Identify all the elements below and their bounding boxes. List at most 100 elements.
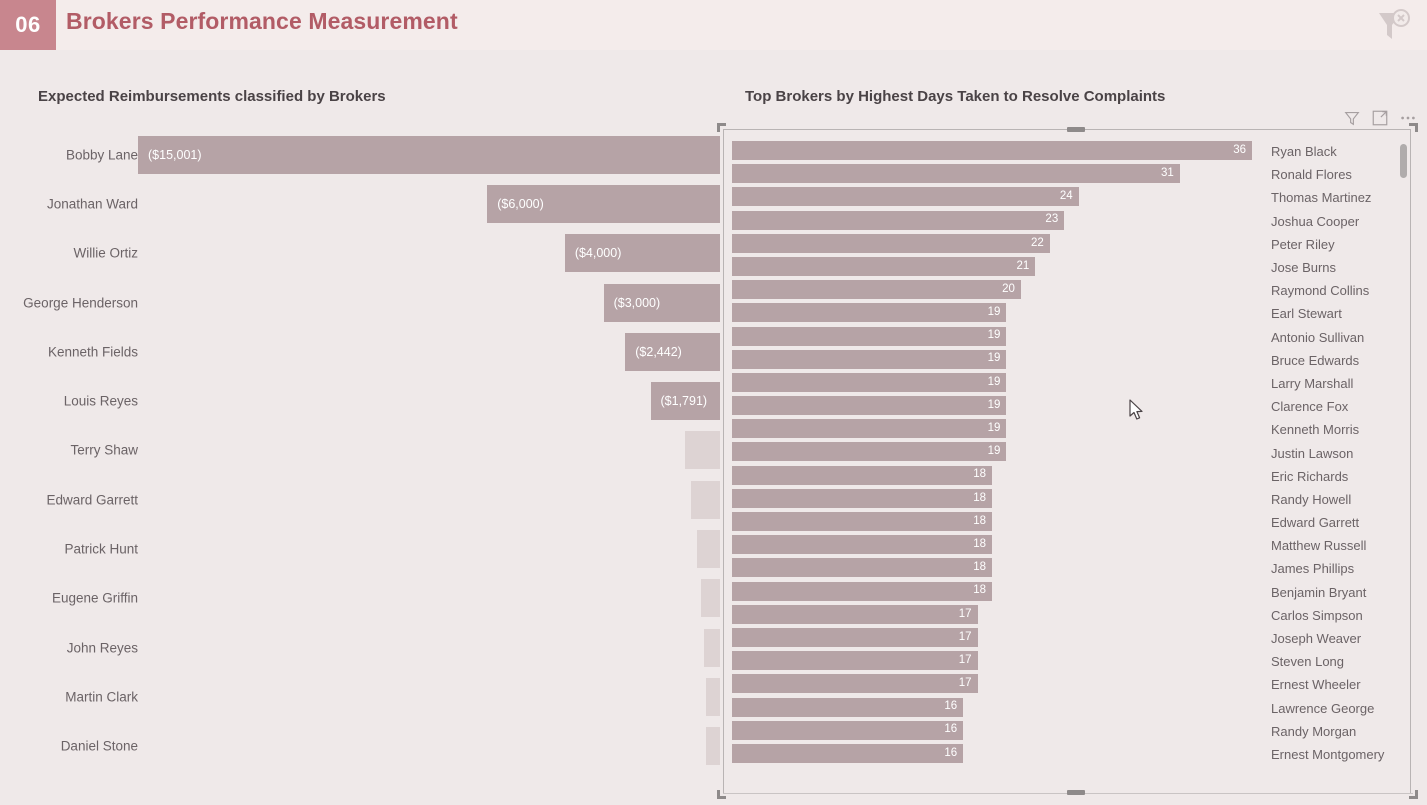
right-chart-bar[interactable]: 31 — [732, 164, 1180, 184]
right-chart-bar-row[interactable]: 21 Jose Burns — [729, 256, 1388, 279]
right-chart-bar-row[interactable]: 18 James Phillips — [729, 557, 1388, 580]
right-chart-bar[interactable]: 16 — [732, 743, 964, 763]
right-chart-bar[interactable]: 17 — [732, 604, 978, 624]
left-chart-category-label: Daniel Stone — [60, 738, 138, 754]
right-chart-bar-row[interactable]: 16 Ernest Montgomery — [729, 743, 1388, 766]
right-chart-bar-row[interactable]: 19 Earl Stewart — [729, 302, 1388, 325]
resize-handle-top-left[interactable] — [717, 123, 730, 136]
clear-filter-icon[interactable] — [1371, 6, 1413, 46]
left-chart-bar[interactable] — [700, 579, 720, 618]
left-chart-bar[interactable] — [696, 530, 720, 569]
right-chart-bar-row[interactable]: 16 Lawrence George — [729, 697, 1388, 720]
right-chart-bar-row[interactable]: 19 Justin Lawson — [729, 441, 1388, 464]
left-chart-bar[interactable] — [706, 677, 720, 716]
left-chart-bar-row[interactable]: Eugene Griffin — [0, 574, 724, 623]
left-chart-bar-row[interactable]: Edward Garrett — [0, 475, 724, 524]
right-chart-bar[interactable]: 17 — [732, 627, 978, 647]
left-chart-bar-row[interactable]: Jonathan Ward ($6,000) — [0, 179, 724, 228]
resize-handle-bottom-center[interactable] — [1067, 790, 1085, 795]
right-chart-bar-row[interactable]: 17 Carlos Simpson — [729, 604, 1388, 627]
right-visual-scrollbar[interactable] — [1400, 138, 1407, 783]
right-chart-bar-row[interactable]: 17 Steven Long — [729, 650, 1388, 673]
right-chart-bar[interactable]: 18 — [732, 488, 992, 508]
right-chart-bar-row[interactable]: 36 Ryan Black — [729, 140, 1388, 163]
right-chart-bar-row[interactable]: 19 Clarence Fox — [729, 395, 1388, 418]
left-chart-value-label: ($15,001) — [148, 147, 202, 162]
right-chart-bar[interactable]: 36 — [732, 141, 1252, 160]
right-chart-value-label: 17 — [958, 653, 972, 666]
right-chart-bar-row[interactable]: 31 Ronald Flores — [729, 163, 1388, 186]
left-chart-bar-row[interactable]: Daniel Stone — [0, 722, 724, 771]
right-chart-bar[interactable]: 17 — [732, 674, 978, 694]
top-brokers-days-visual[interactable]: 36 Ryan Black 31 Ronald Flores 24 Thomas Mart… — [723, 129, 1411, 794]
right-chart-bar-row[interactable]: 19 Bruce Edwards — [729, 349, 1388, 372]
right-chart-bar-row[interactable]: 20 Raymond Collins — [729, 279, 1388, 302]
left-chart-category-label: Jonathan Ward — [46, 196, 138, 212]
right-chart-bar[interactable]: 18 — [732, 581, 992, 601]
right-chart-bar[interactable]: 18 — [732, 558, 992, 578]
left-chart-bar[interactable] — [690, 480, 720, 519]
left-chart-bar[interactable] — [706, 727, 720, 766]
right-chart-bar[interactable]: 19 — [732, 442, 1007, 462]
left-chart-bar-row[interactable]: John Reyes — [0, 623, 724, 672]
right-chart-bar[interactable]: 22 — [732, 233, 1050, 253]
right-chart-bar[interactable]: 18 — [732, 535, 992, 555]
scrollbar-thumb[interactable] — [1400, 144, 1407, 178]
resize-handle-top-right[interactable] — [1405, 123, 1418, 136]
right-chart-bar-row[interactable]: 17 Ernest Wheeler — [729, 673, 1388, 696]
right-chart-bar[interactable]: 16 — [732, 697, 964, 717]
right-chart-bar-row[interactable]: 18 Benjamin Bryant — [729, 581, 1388, 604]
expected-reimbursements-visual[interactable]: Expected Reimbursements classified by Br… — [0, 50, 724, 805]
right-chart-bar-row[interactable]: 16 Randy Morgan — [729, 720, 1388, 743]
right-chart-bar-row[interactable]: 24 Thomas Martinez — [729, 186, 1388, 209]
right-chart-bar[interactable]: 20 — [732, 280, 1021, 300]
right-chart-bar-row[interactable]: 17 Joseph Weaver — [729, 627, 1388, 650]
resize-handle-bottom-right[interactable] — [1405, 786, 1418, 799]
right-chart-bar[interactable]: 18 — [732, 465, 992, 485]
left-chart-bar-row[interactable]: Martin Clark — [0, 672, 724, 721]
right-chart-bar[interactable]: 18 — [732, 512, 992, 531]
resize-handle-bottom-left[interactable] — [717, 786, 730, 799]
right-chart-bar-row[interactable]: 22 Peter Riley — [729, 233, 1388, 256]
filter-icon[interactable] — [1341, 107, 1363, 129]
right-chart-bar-row[interactable]: 18 Edward Garrett — [729, 511, 1388, 534]
right-chart-bar-row[interactable]: 18 Matthew Russell — [729, 534, 1388, 557]
left-chart-bar-row[interactable]: Terry Shaw — [0, 426, 724, 475]
left-chart-bar[interactable]: ($6,000) — [487, 184, 720, 223]
right-chart-bar-row[interactable]: 23 Joshua Cooper — [729, 210, 1388, 233]
left-chart-bar-row[interactable]: Louis Reyes ($1,791) — [0, 376, 724, 425]
left-chart-bar-row[interactable]: Willie Ortiz ($4,000) — [0, 229, 724, 278]
right-chart-bar[interactable]: 19 — [732, 303, 1007, 323]
left-chart-bar[interactable]: ($3,000) — [603, 283, 720, 322]
right-chart-bar-track: 18 — [729, 465, 1257, 488]
right-chart-bar-row[interactable]: 18 Eric Richards — [729, 465, 1388, 488]
left-chart-bar[interactable] — [703, 628, 720, 667]
right-chart-category-label: Joshua Cooper — [1271, 213, 1360, 229]
right-chart-value-label: 18 — [973, 584, 986, 597]
left-chart-bar-row[interactable]: Kenneth Fields ($2,442) — [0, 327, 724, 376]
right-chart-bar[interactable]: 21 — [732, 256, 1036, 276]
left-chart-bar[interactable]: ($2,442) — [625, 332, 720, 371]
left-chart-bar-row[interactable]: Patrick Hunt — [0, 524, 724, 573]
left-chart-bar[interactable]: ($15,001) — [138, 135, 720, 174]
right-chart-bar-row[interactable]: 18 Randy Howell — [729, 488, 1388, 511]
left-chart-bar-row[interactable]: Bobby Lane ($15,001) — [0, 130, 724, 179]
right-chart-bar[interactable]: 19 — [732, 349, 1007, 369]
right-chart-bar[interactable]: 23 — [732, 210, 1065, 230]
left-chart-bar-row[interactable]: George Henderson ($3,000) — [0, 278, 724, 327]
right-chart-bar[interactable]: 16 — [732, 720, 964, 740]
right-chart-bar[interactable]: 19 — [732, 396, 1007, 416]
left-chart-bar[interactable]: ($1,791) — [650, 382, 720, 421]
right-chart-bar[interactable]: 19 — [732, 372, 1007, 392]
focus-mode-icon[interactable] — [1369, 107, 1391, 129]
right-chart-bar-row[interactable]: 19 Kenneth Morris — [729, 418, 1388, 441]
right-chart-bar-row[interactable]: 19 Larry Marshall — [729, 372, 1388, 395]
right-chart-bar[interactable]: 17 — [732, 651, 978, 671]
right-chart-bar-row[interactable]: 19 Antonio Sullivan — [729, 326, 1388, 349]
resize-handle-top-center[interactable] — [1067, 127, 1085, 132]
right-chart-bar[interactable]: 24 — [732, 187, 1079, 207]
left-chart-bar[interactable]: ($4,000) — [564, 234, 720, 273]
right-chart-bar[interactable]: 19 — [732, 326, 1007, 346]
left-chart-bar[interactable] — [685, 431, 720, 470]
right-chart-bar[interactable]: 19 — [732, 419, 1007, 439]
